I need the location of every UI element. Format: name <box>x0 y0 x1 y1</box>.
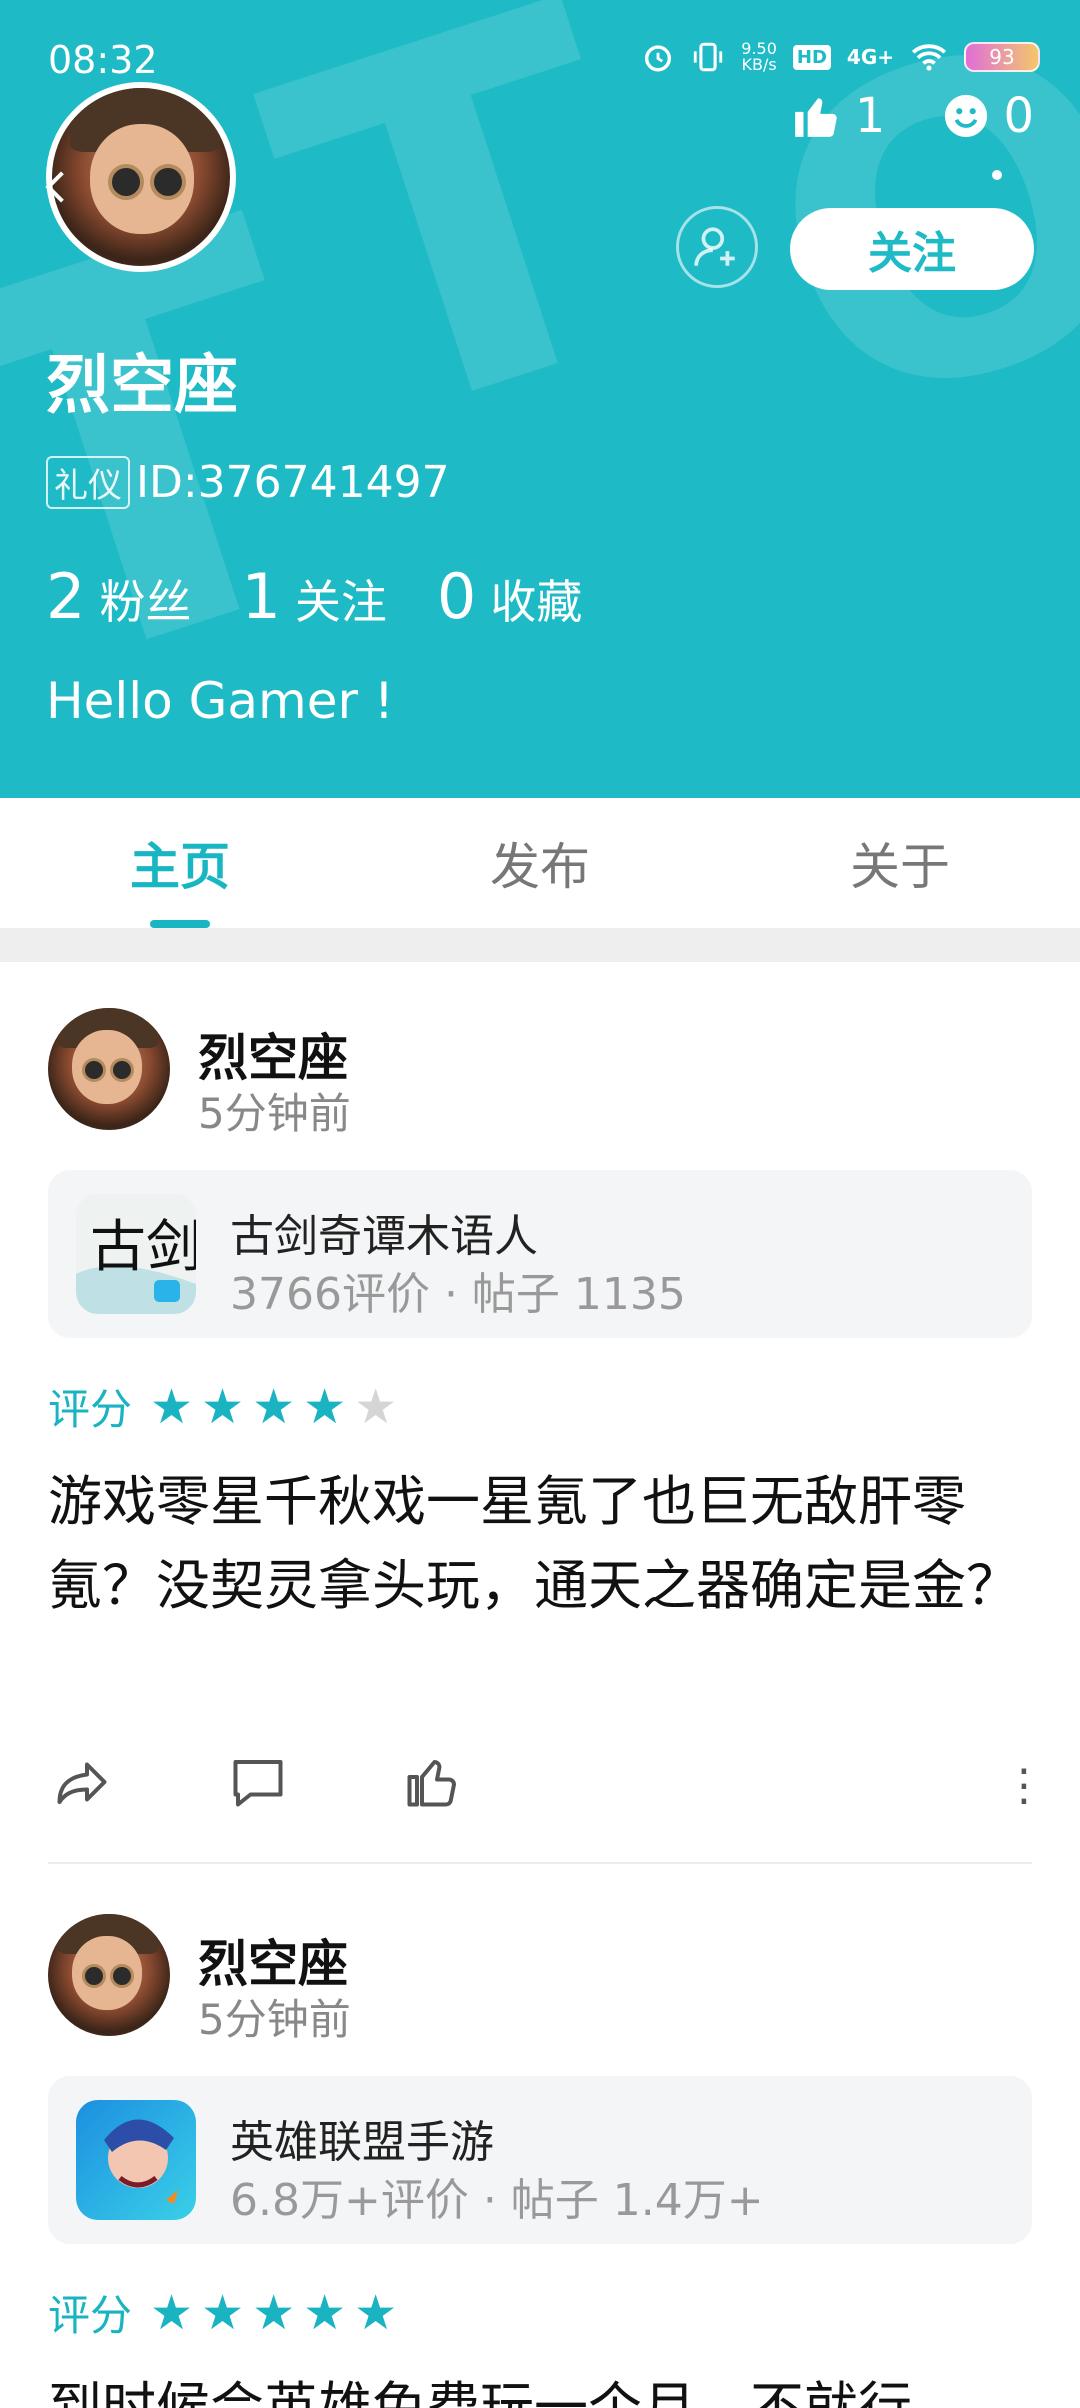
favorites-label: 收藏 <box>490 575 583 629</box>
more-options-icon[interactable]: ⋮ <box>1002 1760 1046 1811</box>
smiles-count: 0 <box>1003 88 1034 144</box>
fans-number: 2 <box>46 560 86 633</box>
tab-home[interactable]: 主页 <box>0 798 360 928</box>
profile-avatar[interactable] <box>46 82 236 272</box>
profile-bio: Hello Gamer ! <box>46 672 394 730</box>
post-author-avatar[interactable] <box>48 1914 170 2036</box>
star-icon: ★ <box>201 1378 245 1435</box>
share-icon[interactable] <box>52 1752 112 1812</box>
active-tab-indicator <box>150 920 210 928</box>
game-icon: 古剑 <box>76 1194 196 1314</box>
star-icon: ★ <box>201 2284 245 2341</box>
rating-label: 评分 <box>48 2291 133 2340</box>
wifi-icon <box>911 44 947 71</box>
post-actions: ⋮ <box>52 1752 1046 1822</box>
signal-icon: 4G+ <box>846 45 894 69</box>
tab-posts-label: 发布 <box>490 838 590 896</box>
fans-label: 粉丝 <box>99 575 192 629</box>
smile-icon <box>945 94 988 138</box>
post-text[interactable]: 游戏零星千秋戏一星氪了也巨无敌肝零氪？没契灵拿头玩，通天之器确定是金？ <box>48 1460 1038 1628</box>
game-icon <box>76 2100 196 2220</box>
game-logo-text: 古剑 <box>90 1215 196 1280</box>
tab-home-label: 主页 <box>130 838 230 896</box>
net-speed: 9.50 KB/s <box>741 39 777 74</box>
alarm-icon <box>645 45 672 72</box>
star-empty-icon: ★ <box>354 1378 398 1435</box>
hd-icon: HD <box>792 44 831 70</box>
avatar-eye <box>108 164 144 200</box>
likes-count: 1 <box>854 88 886 144</box>
post-text[interactable]: 到时候会英雄免费玩一个月，不就行 <box>48 2366 1038 2408</box>
profile-counts: 2 粉丝 1 关注 0 收藏 <box>46 560 632 633</box>
battery-icon: 93 <box>964 42 1040 72</box>
following-count[interactable]: 1 关注 <box>241 560 386 633</box>
favorites-number: 0 <box>436 560 477 633</box>
post-time: 5分钟前 <box>198 1995 351 2044</box>
smiles-stat[interactable]: 0 <box>943 88 1034 144</box>
following-label: 关注 <box>294 575 387 629</box>
rating-label: 评分 <box>48 1385 133 1434</box>
favorites-count[interactable]: 0 收藏 <box>437 560 582 633</box>
add-user-icon <box>694 227 735 266</box>
section-divider <box>0 928 1080 962</box>
header-reactions: 1 0 <box>791 88 1034 144</box>
status-icons: 9.50 KB/s HD 4G+ 93 <box>641 40 1040 74</box>
game-card[interactable]: 英雄联盟手游 6.8万+评价 · 帖子 1.4万+ <box>48 2076 1032 2244</box>
like-icon[interactable] <box>402 1752 462 1812</box>
post-rating: 评分 ★ ★ ★ ★ ★ <box>48 1376 405 1437</box>
star-icon: ★ <box>252 2284 296 2341</box>
following-number: 1 <box>241 560 281 633</box>
profile-header: T T O 08:32 9.50 KB/s HD 4G+ 93 1 0 关注 烈… <box>0 0 1080 798</box>
game-name: 英雄联盟手游 <box>230 2117 494 2168</box>
add-friend-button[interactable] <box>676 206 758 288</box>
likes-stat[interactable]: 1 <box>791 88 886 144</box>
user-id: ID:376741497 <box>136 457 450 508</box>
avatar-eye <box>110 1964 134 1988</box>
feed-post: 烈空座 5分钟前 古剑 古剑奇谭木语人 3766评价 · 帖子 1135 评分 … <box>0 1008 1080 1868</box>
tab-posts[interactable]: 发布 <box>360 798 720 928</box>
post-rating: 评分 ★ ★ ★ ★ ★ <box>48 2282 405 2343</box>
profile-tabs: 主页 发布 关于 <box>0 798 1080 928</box>
game-meta: 3766评价 · 帖子 1135 <box>230 1269 686 1320</box>
star-icon: ★ <box>150 1378 194 1435</box>
post-author-avatar[interactable] <box>48 1008 170 1130</box>
game-name: 古剑奇谭木语人 <box>230 1211 538 1262</box>
feed-post: 烈空座 5分钟前 英雄联盟手游 6.8万+评价 · 帖子 1.4万+ 评分 ★ … <box>0 1914 1080 2408</box>
tab-about-label: 关于 <box>850 838 950 896</box>
comment-icon[interactable] <box>228 1752 288 1812</box>
profile-username: 烈空座 <box>46 349 238 423</box>
follow-button[interactable]: 关注 <box>790 208 1034 290</box>
etiquette-badge: 礼仪 <box>46 456 130 509</box>
post-time: 5分钟前 <box>198 1089 351 1138</box>
status-time: 08:32 <box>48 38 158 82</box>
avatar-eye <box>82 1058 106 1082</box>
thumbs-up-icon <box>795 98 837 137</box>
avatar-eye <box>110 1058 134 1082</box>
more-dot-icon <box>992 170 1002 180</box>
game-card[interactable]: 古剑 古剑奇谭木语人 3766评价 · 帖子 1135 <box>48 1170 1032 1338</box>
game-meta: 6.8万+评价 · 帖子 1.4万+ <box>230 2175 764 2226</box>
star-icon: ★ <box>150 2284 194 2341</box>
tab-about[interactable]: 关于 <box>720 798 1080 928</box>
post-divider <box>48 1862 1032 1864</box>
star-icon: ★ <box>354 2284 398 2341</box>
avatar-eye <box>150 164 186 200</box>
vibrate-icon <box>694 42 723 72</box>
star-icon: ★ <box>303 1378 347 1435</box>
user-id-row: 礼仪 ID:376741497 <box>46 456 450 509</box>
fans-count[interactable]: 2 粉丝 <box>46 560 191 633</box>
star-icon: ★ <box>252 1378 296 1435</box>
star-icon: ★ <box>303 2284 347 2341</box>
avatar-eye <box>82 1964 106 1988</box>
